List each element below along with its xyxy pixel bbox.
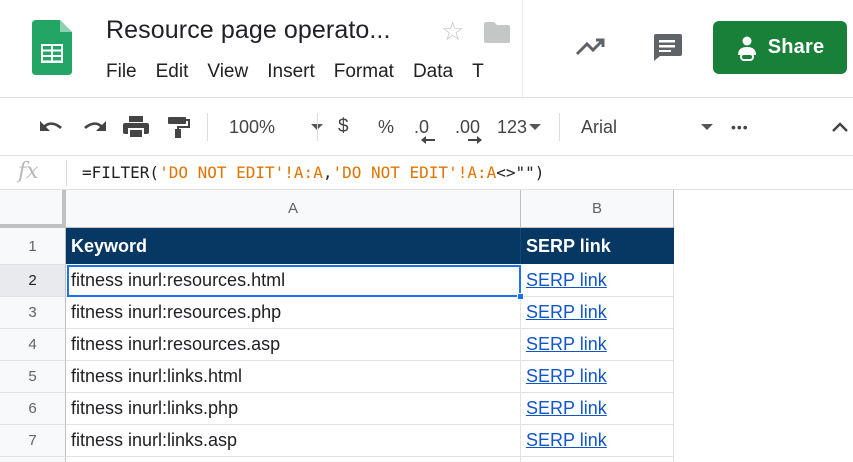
zoom-select[interactable]: 100% [229,98,324,156]
share-person-icon [737,36,756,61]
chevron-down-icon [701,124,714,130]
table-cell-keyword[interactable]: fitness inurl:links.asp [66,425,521,457]
trending-up-icon[interactable] [575,34,607,58]
table-cell-serp[interactable]: SERP link [521,297,674,329]
more-icon: ••• [731,119,749,135]
share-label: Share [767,36,825,58]
menu-edit[interactable]: Edit [156,60,189,84]
header-cell-keyword[interactable]: Keyword [66,228,521,264]
paint-format-icon [168,117,190,138]
arrow-right-icon [468,135,482,144]
menu-tools[interactable]: T [472,60,484,84]
star-icon[interactable]: ☆ [441,16,464,46]
serp-link[interactable]: SERP link [526,270,607,291]
more-formats-label: 123 [497,116,528,137]
serp-link[interactable]: SERP link [526,302,607,323]
table-cell-serp[interactable]: SERP link [521,393,674,425]
serp-link[interactable]: SERP link [526,398,607,419]
row-header-5[interactable]: 5 [0,361,66,393]
percent-label: % [378,116,395,137]
undo-button[interactable] [38,98,66,156]
document-title[interactable]: Resource page operato... [106,16,391,45]
menu-insert[interactable]: Insert [267,60,315,84]
share-button[interactable]: Share [713,21,847,74]
sheets-logo-icon[interactable] [32,20,72,75]
formula-prefix: =FILTER( [82,163,160,182]
formula-arg2: 'DO NOT EDIT'!A:A [332,163,497,182]
menu-bar: File Edit View Insert Format Data T [106,60,522,86]
folder-icon[interactable] [484,22,510,43]
row-header-7[interactable]: 7 [0,425,66,457]
paint-format-button[interactable] [166,98,190,156]
redo-button[interactable] [80,98,108,156]
decrease-decimals-button[interactable]: .0 [414,98,435,156]
row-header-2[interactable]: 2 [0,265,66,297]
toolbar-divider [207,113,208,141]
print-icon [123,116,149,139]
table-cell-serp[interactable]: SERP link [521,361,674,393]
arrow-left-icon [421,135,435,144]
serp-link[interactable]: SERP link [526,334,607,355]
toolbar: 100% $ % .0 .00 123 Arial ••• [0,97,853,155]
menu-file[interactable]: File [106,60,137,84]
row-header-8 [0,457,66,462]
table-cell-keyword[interactable]: fitness inurl:resources.html [66,265,521,297]
currency-format-button[interactable]: $ [338,98,349,156]
formula-input[interactable]: =FILTER('DO NOT EDIT'!A:A,'DO NOT EDIT'!… [82,163,544,182]
table-cell-keyword[interactable]: fitness inurl:resources.asp [66,329,521,361]
table-cell-serp[interactable]: SERP link [521,329,674,361]
formula-end: "") [515,163,545,182]
row-header-3[interactable]: 3 [0,297,66,329]
collapse-icon [832,122,848,132]
more-formats-button[interactable]: 123 [497,98,542,156]
zoom-value: 100% [229,116,276,137]
app-header: Resource page operato... ☆ File Edit View I… [0,0,853,97]
column-header-b[interactable]: B [521,190,674,228]
table-cell-keyword[interactable]: fitness inurl:links.php [66,393,521,425]
currency-label: $ [338,116,349,137]
toolbar-divider [317,113,318,141]
comment-icon[interactable] [651,32,683,62]
column-header-a[interactable]: A [66,190,521,228]
row-header-1[interactable]: 1 [0,228,66,265]
toolbar-divider [559,113,560,141]
row-header-4[interactable]: 4 [0,329,66,361]
formula-divider [66,160,67,186]
serp-link[interactable]: SERP link [526,430,607,451]
menu-data[interactable]: Data [413,60,453,84]
chevron-down-icon [529,124,542,130]
table-cell-serp[interactable]: SERP link [521,265,674,297]
header-divider [522,0,523,97]
undo-icon [40,121,62,131]
menu-format[interactable]: Format [334,60,394,84]
menu-view[interactable]: View [207,60,248,84]
table-cell-keyword[interactable]: fitness inurl:links.html [66,361,521,393]
table-cell-empty[interactable] [521,457,674,462]
print-button[interactable] [122,98,150,156]
serp-link[interactable]: SERP link [526,366,607,387]
increase-decimals-label: .00 [455,116,481,137]
formula-bar[interactable]: fx =FILTER('DO NOT EDIT'!A:A,'DO NOT EDI… [0,155,853,190]
font-select[interactable]: Arial [581,98,714,156]
formula-operator: <> [496,163,516,182]
select-all-corner[interactable] [0,190,66,228]
font-name: Arial [581,116,618,137]
increase-decimals-button[interactable]: .00 [455,98,482,156]
redo-icon [84,121,106,131]
percent-format-button[interactable]: % [378,98,394,156]
grid-empty-area [674,228,853,462]
table-cell-keyword[interactable]: fitness inurl:resources.php [66,297,521,329]
formula-arg1: 'DO NOT EDIT'!A:A [159,163,323,182]
table-cell-empty[interactable] [66,457,521,462]
row-header-6[interactable]: 6 [0,393,66,425]
decrease-decimals-label: .0 [414,116,430,137]
fx-icon: fx [18,159,39,184]
collapse-toolbar-button[interactable] [831,98,849,156]
header-cell-serp-link[interactable]: SERP link [521,228,674,264]
more-button[interactable]: ••• [731,98,749,156]
table-cell-serp[interactable]: SERP link [521,425,674,457]
